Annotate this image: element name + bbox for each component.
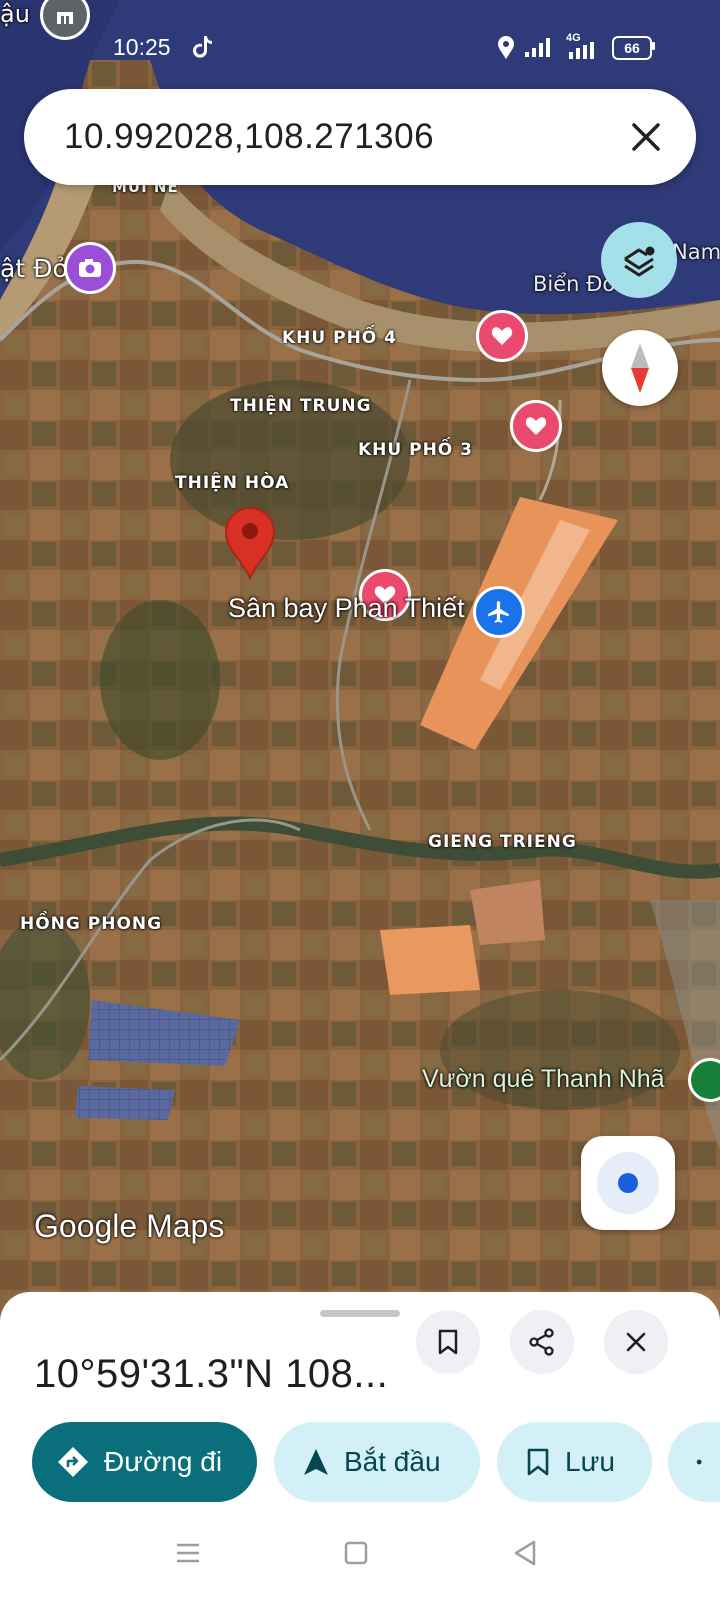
status-bar: 10:25 4G 66 [0,28,720,68]
share-button[interactable] [510,1310,574,1374]
clear-search-icon[interactable] [624,115,668,159]
compass-icon [631,343,649,393]
map-label-dat-do: ật Đỏ [0,254,68,283]
search-box[interactable]: 10.992028,108.271306 [24,89,696,185]
map-label-bien-dong: Biển Đô [533,272,616,296]
battery-icon: 66 [612,36,652,60]
poi-airport-label[interactable]: Sân bay Phan Thiết [228,593,465,624]
layers-button[interactable] [601,222,677,298]
layers-icon [624,246,655,277]
map-label-thien-trung: THIỆN TRUNG [230,396,372,416]
map-label-khu-pho-4: KHU PHỐ 4 [282,328,398,348]
saved-place-heart-icon[interactable] [510,400,562,452]
map-label-hong-phong: HỒNG PHONG [20,914,163,934]
signal-icon [525,38,550,57]
directions-button[interactable]: Đường đi [32,1422,257,1502]
save-label: Lưu [565,1446,615,1477]
map-label-khu-pho-3: KHU PHỐ 3 [358,440,474,460]
navigation-arrow-icon [304,1449,328,1475]
close-icon [626,1332,646,1352]
bookmark-icon [527,1448,549,1476]
start-button[interactable]: Bắt đầu [274,1422,480,1502]
map-label-top-left: ậu [0,0,30,28]
more-icon [696,1459,702,1465]
airport-icon[interactable] [473,586,525,638]
battery-level: 66 [624,40,640,56]
start-label: Bắt đầu [344,1446,441,1477]
map-label-nam: Nam [672,240,720,264]
sheet-grabber[interactable] [320,1310,400,1317]
more-actions-button[interactable] [668,1422,720,1502]
share-icon [529,1328,554,1356]
save-button[interactable]: Lưu [497,1422,652,1502]
coordinates-title: 10°59'31.3"N 108... [34,1352,389,1396]
tiktok-icon [193,36,212,58]
signal-2-icon [569,42,594,59]
compass-button[interactable] [602,330,678,406]
location-icon [498,36,514,59]
home-icon[interactable] [343,1540,369,1566]
directions-icon [58,1447,88,1477]
menu-icon[interactable] [175,1540,201,1566]
saved-place-heart-icon[interactable] [476,310,528,362]
poi-garden-label[interactable]: Vườn quê Thanh Nhã [422,1065,665,1094]
back-icon[interactable] [512,1539,538,1567]
close-sheet-button[interactable] [604,1310,668,1374]
system-nav-bar [0,1510,720,1600]
search-query[interactable]: 10.992028,108.271306 [64,117,434,157]
battery-tip [652,42,655,50]
status-time: 10:25 [113,34,171,60]
save-icon-button[interactable] [416,1310,480,1374]
map-label-thien-hoa: THIỆN HÒA [175,473,290,493]
google-maps-watermark: Google Maps [34,1208,225,1244]
my-location-icon [597,1152,659,1214]
directions-label: Đường đi [104,1446,223,1477]
dropped-pin-icon[interactable] [224,506,276,581]
my-location-button[interactable] [581,1136,675,1230]
map-label-gieng-trieng: GIENG TRIENG [428,832,577,852]
photo-spot-icon[interactable] [64,242,116,294]
bookmark-icon [438,1329,458,1355]
